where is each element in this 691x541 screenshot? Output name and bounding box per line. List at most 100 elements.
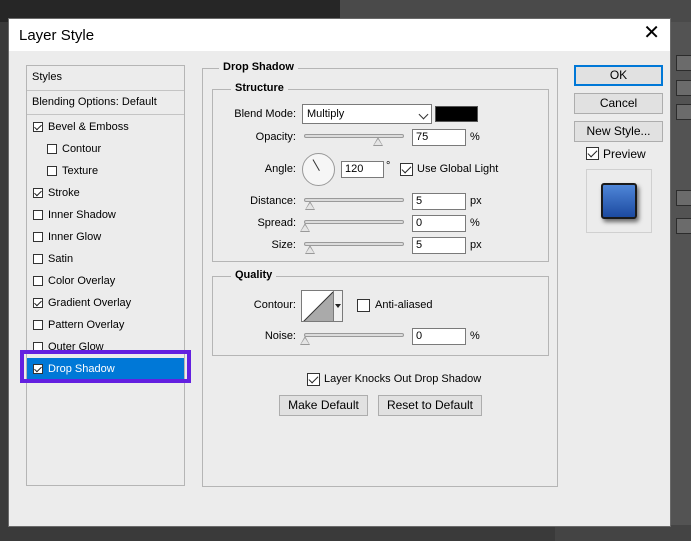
- style-item-satin[interactable]: Satin: [27, 248, 184, 270]
- noise-input[interactable]: 0: [412, 328, 466, 345]
- style-item-texture[interactable]: Texture: [27, 160, 184, 182]
- size-input[interactable]: 5: [412, 237, 466, 254]
- blend-mode-value: Multiply: [307, 108, 345, 120]
- style-checkbox[interactable]: [47, 166, 57, 176]
- size-slider[interactable]: [304, 242, 404, 246]
- style-preview: [586, 169, 652, 233]
- preview-label: Preview: [603, 147, 646, 161]
- style-checkbox[interactable]: [33, 122, 43, 132]
- background-panel-button: [676, 80, 691, 96]
- size-label: Size:: [271, 239, 296, 251]
- dialog-body: Styles Blending Options: Default Bevel &…: [9, 51, 670, 526]
- noise-label: Noise:: [264, 330, 296, 342]
- size-unit: px: [470, 239, 482, 251]
- reset-default-button[interactable]: Reset to Default: [378, 395, 482, 416]
- style-checkbox[interactable]: [33, 232, 43, 242]
- noise-slider-thumb[interactable]: [300, 336, 310, 345]
- style-item-stroke[interactable]: Stroke: [27, 182, 184, 204]
- shadow-color-swatch[interactable]: [435, 106, 478, 122]
- angle-label: Angle:: [264, 163, 296, 175]
- style-item-inner-shadow[interactable]: Inner Shadow: [27, 204, 184, 226]
- structure-group: Structure Blend Mode: Multiply Opacity: …: [212, 82, 549, 262]
- blending-options[interactable]: Blending Options: Default: [32, 91, 157, 113]
- style-item-label: Stroke: [48, 187, 80, 199]
- angle-dial[interactable]: [302, 153, 335, 186]
- background-bottom-panel: [555, 525, 691, 541]
- opacity-slider[interactable]: [304, 134, 404, 138]
- make-default-button[interactable]: Make Default: [279, 395, 368, 416]
- size-slider-thumb[interactable]: [305, 245, 315, 254]
- style-item-label: Inner Glow: [48, 231, 102, 243]
- noise-slider[interactable]: [304, 333, 404, 337]
- style-item-label: Pattern Overlay: [48, 319, 125, 331]
- style-item-contour[interactable]: Contour: [27, 138, 184, 160]
- background-side-panel: [671, 22, 691, 541]
- spread-unit: %: [470, 217, 480, 229]
- style-item-label: Texture: [62, 165, 99, 177]
- blend-mode-select[interactable]: Multiply: [302, 104, 432, 124]
- style-checkbox[interactable]: [33, 320, 43, 330]
- drop-shadow-panel: Drop Shadow Structure Blend Mode: Multip…: [202, 61, 558, 487]
- distance-input[interactable]: 5: [412, 193, 466, 210]
- opacity-unit: %: [470, 131, 480, 143]
- contour-curve-icon: [303, 291, 333, 321]
- style-item-label: Satin: [48, 253, 74, 265]
- distance-label: Distance:: [250, 195, 296, 207]
- quality-title: Quality: [231, 269, 277, 281]
- knockout-label: Layer Knocks Out Drop Shadow: [324, 373, 482, 385]
- style-checkbox[interactable]: [33, 188, 43, 198]
- close-icon[interactable]: ✕: [643, 23, 660, 43]
- style-checkbox[interactable]: [33, 210, 43, 220]
- new-style-button[interactable]: New Style...: [574, 121, 663, 142]
- contour-preview[interactable]: [301, 290, 334, 322]
- styles-list: Styles Blending Options: Default Bevel &…: [26, 65, 185, 486]
- style-item-label: Color Overlay: [48, 275, 116, 287]
- style-item-inner-glow[interactable]: Inner Glow: [27, 226, 184, 248]
- anti-aliased-label: Anti-aliased: [375, 299, 433, 311]
- noise-unit: %: [470, 330, 480, 342]
- spread-slider-thumb[interactable]: [300, 223, 310, 232]
- anti-aliased-checkbox[interactable]: [357, 299, 370, 312]
- ok-button[interactable]: OK: [574, 65, 663, 86]
- style-checkbox[interactable]: [33, 254, 43, 264]
- distance-slider-thumb[interactable]: [305, 201, 315, 210]
- distance-unit: px: [470, 195, 482, 207]
- contour-dropdown[interactable]: [334, 290, 343, 322]
- background-panel-button: [676, 190, 691, 206]
- style-item-color-overlay[interactable]: Color Overlay: [27, 270, 184, 292]
- spread-label: Spread:: [257, 217, 296, 229]
- style-item-bevel-emboss[interactable]: Bevel & Emboss: [27, 116, 184, 138]
- title-bar: Layer Style ✕: [9, 19, 670, 51]
- quality-group: Quality Contour: Anti-aliased Noise: 0 %: [212, 269, 549, 356]
- spread-input[interactable]: 0: [412, 215, 466, 232]
- contour-label: Contour:: [253, 299, 296, 311]
- preview-swatch: [601, 183, 637, 219]
- use-global-light-checkbox[interactable]: [400, 163, 413, 176]
- styles-header[interactable]: Styles: [32, 66, 189, 88]
- drop-shadow-title: Drop Shadow: [219, 61, 298, 73]
- use-global-light-label: Use Global Light: [417, 163, 499, 175]
- background-panel-button: [676, 55, 691, 71]
- preview-checkbox[interactable]: [586, 147, 599, 160]
- opacity-input[interactable]: 75: [412, 129, 466, 146]
- opacity-slider-thumb[interactable]: [373, 137, 383, 146]
- style-item-label: Inner Shadow: [48, 209, 116, 221]
- style-checkbox[interactable]: [33, 276, 43, 286]
- layer-style-dialog: Layer Style ✕ Styles Blending Options: D…: [8, 18, 671, 527]
- cancel-button[interactable]: Cancel: [574, 93, 663, 114]
- opacity-label: Opacity:: [255, 131, 296, 143]
- structure-title: Structure: [231, 82, 288, 94]
- angle-unit: °: [386, 160, 391, 172]
- style-checkbox[interactable]: [33, 298, 43, 308]
- angle-needle: [312, 159, 320, 171]
- style-item-pattern-overlay[interactable]: Pattern Overlay: [27, 314, 184, 336]
- style-item-label: Gradient Overlay: [48, 297, 132, 309]
- spread-slider[interactable]: [304, 220, 404, 224]
- angle-input[interactable]: 120: [341, 161, 384, 178]
- style-item-gradient-overlay[interactable]: Gradient Overlay: [27, 292, 184, 314]
- knockout-checkbox[interactable]: [307, 373, 320, 386]
- style-checkbox[interactable]: [47, 144, 57, 154]
- distance-slider[interactable]: [304, 198, 404, 202]
- background-panel-button: [676, 218, 691, 234]
- blend-mode-label: Blend Mode:: [234, 108, 296, 120]
